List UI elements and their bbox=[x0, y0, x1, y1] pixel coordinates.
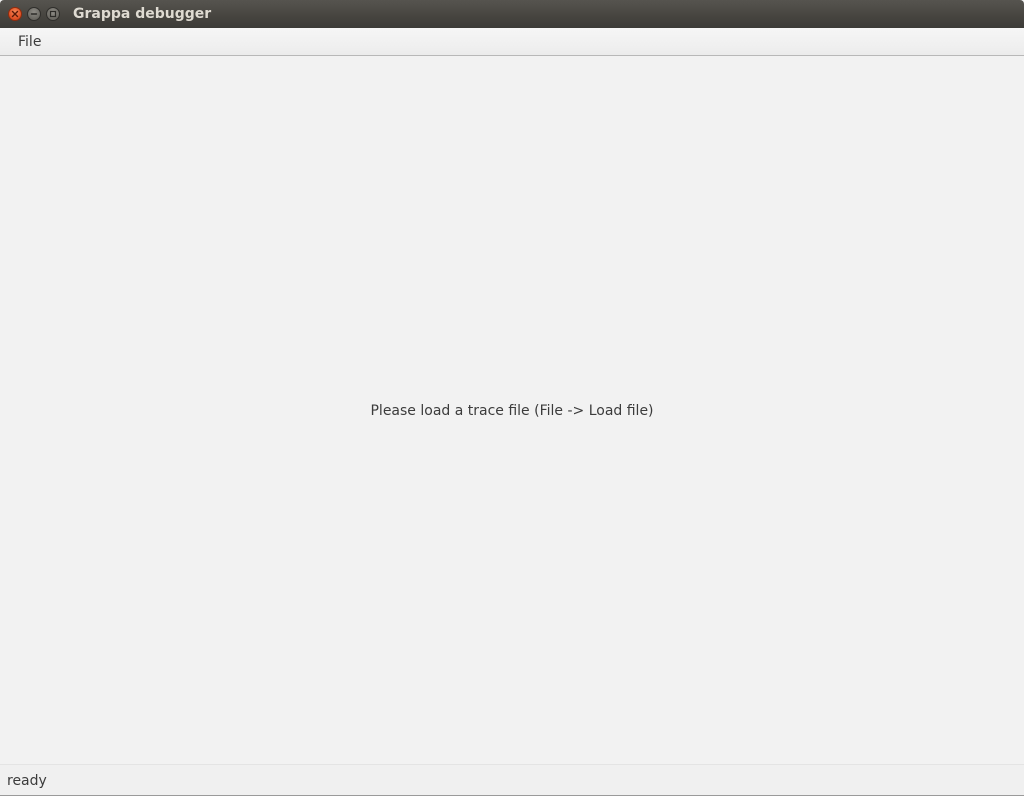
menu-bar: File bbox=[0, 28, 1024, 56]
main-content: Please load a trace file (File -> Load f… bbox=[0, 57, 1024, 763]
title-bar[interactable]: Grappa debugger bbox=[0, 0, 1024, 28]
maximize-button[interactable] bbox=[46, 7, 60, 21]
close-icon bbox=[11, 10, 19, 18]
status-text: ready bbox=[7, 773, 47, 789]
window-title: Grappa debugger bbox=[73, 6, 212, 22]
minimize-button[interactable] bbox=[27, 7, 41, 21]
minimize-icon bbox=[30, 10, 38, 18]
app-window: Grappa debugger File Please load a trace… bbox=[0, 0, 1024, 796]
maximize-icon bbox=[49, 10, 57, 18]
empty-state-message: Please load a trace file (File -> Load f… bbox=[370, 403, 654, 419]
status-bar: ready bbox=[0, 764, 1024, 796]
close-button[interactable] bbox=[8, 7, 22, 21]
menu-file[interactable]: File bbox=[10, 31, 49, 53]
